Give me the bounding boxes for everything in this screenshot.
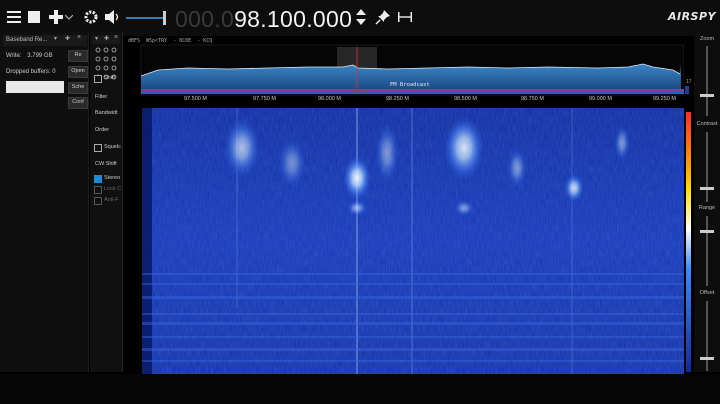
panel-close-icon[interactable]: × [114,34,118,41]
freq-tick: 98.000 M [318,96,341,102]
spectrum-display[interactable]: dBFS W5p<TRY - 0C0E - KCQ FM Broadcast 1… [128,36,692,108]
frequency-dim-digits: 000.0 [175,6,235,32]
filter-label: Filter [95,94,108,100]
offset-slider-thumb[interactable] [700,357,714,360]
freq-tick: 99.250 M [653,96,676,102]
offset-label: Offset [699,290,715,296]
squelch-checkbox[interactable] [94,144,102,152]
spectrum-scale-value: 17 [686,79,692,85]
record-button[interactable]: Re [68,50,88,62]
panel-close-icon[interactable]: × [77,34,81,41]
waterfall-color-scale [686,112,691,372]
stop-icon[interactable] [23,6,45,28]
gear-icon[interactable] [80,6,102,28]
baseband-panel: Baseband Re... ▾ ✚ × Write: 3.799 GB Dro… [0,32,89,372]
frequency-display[interactable]: 000.098.100.000 [175,5,352,33]
squelch-label: Squelc [104,144,121,150]
shift-checkbox[interactable] [94,75,102,83]
display-settings-panel: Zoom Contrast Range Offset [694,32,720,372]
up-down-arrows-icon[interactable] [350,6,372,28]
dropped-buffers-label: Dropped buffers: [6,69,51,75]
open-button[interactable]: Open [68,66,88,78]
progress-field [6,81,64,93]
panel-menu-icon[interactable]: ▾ [95,35,98,42]
config-button[interactable]: Conf [68,97,88,109]
speaker-icon[interactable] [102,6,124,28]
panel-pin-icon[interactable]: ✚ [104,35,109,42]
lock-carrier-label: Lock C [104,186,122,192]
freq-tick: 97.750 M [253,96,276,102]
level-indicator [685,86,689,94]
zoom-label: Zoom [699,36,715,42]
freq-tick: 98.250 M [386,96,409,102]
frequency-main-digits: 98.100.000 [234,6,353,32]
panel-menu-icon[interactable]: ▾ [54,35,57,42]
fm-broadcast-label: FM Broadcast [390,82,430,88]
order-label: Order [95,127,110,133]
panel-header: ▾ ✚ × [92,34,120,44]
volume-slider-thumb[interactable] [163,11,166,25]
range-slider[interactable] [706,216,708,286]
dropped-buffers-value: 0 [52,69,56,75]
stereo-checkbox[interactable] [94,175,102,183]
freq-tick: 99.000 M [589,96,612,102]
range-label: Range [698,205,716,211]
bandwidth-width-icon[interactable] [394,6,416,28]
contrast-label: Contrast [696,121,718,127]
status-bar [0,374,720,404]
menu-icon[interactable] [3,6,25,28]
zoom-slider[interactable] [706,46,708,116]
write-label: Write: [6,53,22,59]
airspy-logo: AIRSPY [667,10,716,23]
pin-icon[interactable] [372,6,394,28]
frequency-axis: 97.500 M 97.750 M 98.000 M 98.250 M 98.5… [128,96,684,106]
waterfall-display[interactable] [142,108,684,374]
anti-fading-checkbox[interactable] [94,197,102,205]
freq-tick: 98.750 M [521,96,544,102]
radio-settings-panel: ▾ ✚ × Shift Filter Bandwidt Order Squelc… [90,32,123,372]
stereo-label: Stereo [104,175,121,181]
chevron-down-icon[interactable] [63,6,75,28]
freq-tick: 97.500 M [184,96,207,102]
range-slider-thumb[interactable] [700,230,714,233]
contrast-slider[interactable] [706,132,708,202]
write-value: 3.799 GB [27,53,53,59]
bandwidth-label: Bandwidt [95,110,118,116]
anti-fading-label: Anti-F [104,197,119,203]
baseband-panel-title: Baseband Re... [3,35,87,46]
schedule-button[interactable]: Sche [68,82,88,94]
shift-label: Shift [104,75,116,81]
panel-pin-icon[interactable]: ✚ [65,35,70,42]
volume-slider[interactable] [126,17,166,19]
zoom-slider-thumb[interactable] [700,94,714,97]
contrast-slider-thumb[interactable] [700,187,714,190]
offset-slider[interactable] [706,301,708,371]
lock-carrier-checkbox[interactable] [94,186,102,194]
toolbar: 000.098.100.000 AIRSPY [0,0,720,36]
freq-tick: 98.500 M [454,96,477,102]
cw-shift-label: CW Shift [95,161,117,167]
